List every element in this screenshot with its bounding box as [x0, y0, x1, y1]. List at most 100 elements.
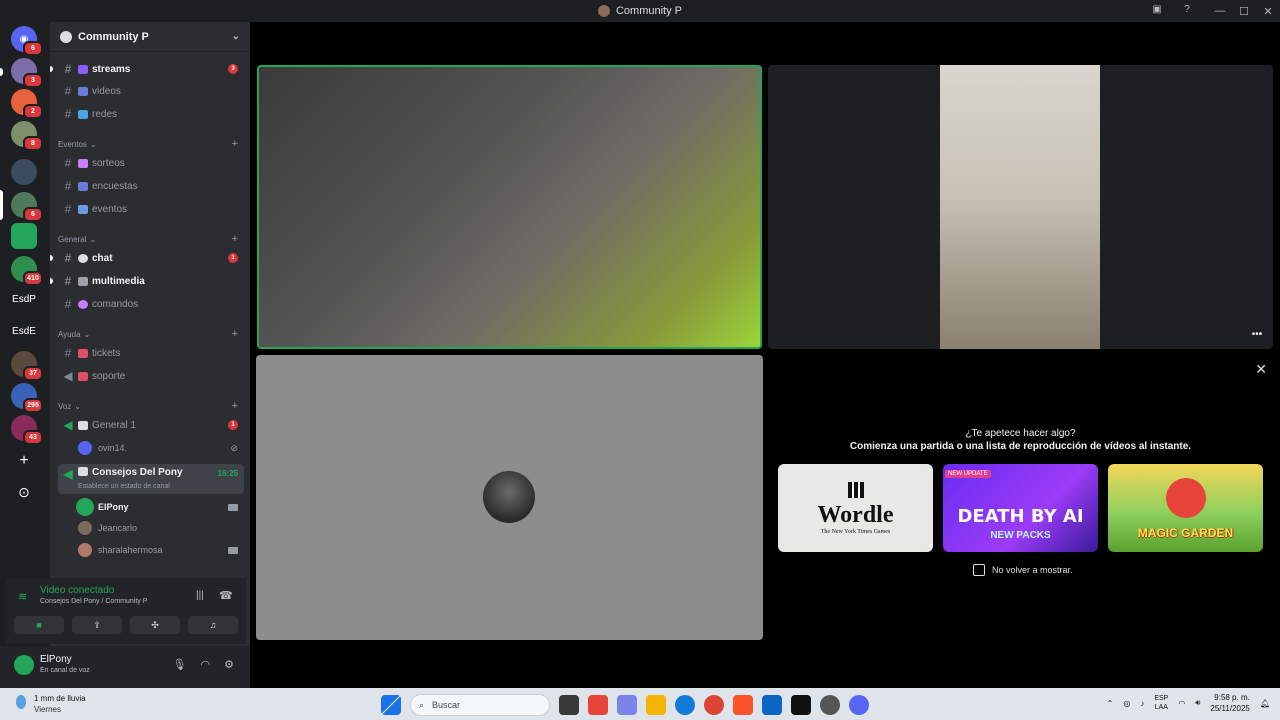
server-icon[interactable] [11, 223, 37, 249]
server-icon[interactable]: 43 [11, 415, 43, 445]
activity-card-wordle[interactable]: Wordle The New York Times Games [778, 464, 933, 552]
file-explorer-icon[interactable] [646, 695, 666, 715]
inbox-icon[interactable]: ▣ [1150, 3, 1164, 17]
activity-card-death-by-ai[interactable]: NEW UPDATE DEATH BY AI NEW PACKS [943, 464, 1098, 552]
tradingview-icon[interactable] [791, 695, 811, 715]
headphones-icon[interactable]: ◠ [201, 658, 211, 671]
category-general[interactable]: General ⌄ + [58, 232, 244, 246]
server-icon[interactable]: 37 [11, 351, 43, 381]
store-icon[interactable] [762, 695, 782, 715]
screen-share-button[interactable]: ⇪ [72, 616, 122, 634]
add-channel-icon[interactable]: + [232, 233, 238, 245]
mic-tray-icon[interactable]: ♪ [1140, 699, 1144, 708]
chevron-up-icon[interactable]: ⌃ [1107, 699, 1114, 708]
voice-user[interactable]: ElPony [78, 497, 244, 517]
video-tile-avatar[interactable] [256, 355, 763, 640]
brave-icon[interactable] [733, 695, 753, 715]
steam-icon[interactable] [820, 695, 840, 715]
server-icon[interactable] [11, 159, 37, 185]
network-icon[interactable]: ◎ [1123, 699, 1130, 708]
server-label: EsdE [12, 325, 36, 337]
video-tile[interactable]: ••• [768, 65, 1273, 349]
add-server-button[interactable]: + [11, 448, 37, 474]
compass-icon: ⊙ [18, 483, 30, 500]
activity-question: ¿Te apetece hacer algo? [965, 428, 1076, 439]
language-indicator[interactable]: ESP LAA [1154, 694, 1168, 712]
discord-taskbar-icon[interactable] [849, 695, 869, 715]
guild-header[interactable]: Community P ⌄ [50, 22, 250, 52]
voice-user[interactable]: Jeancarlo [78, 518, 244, 538]
voice-status-subtitle[interactable]: Consejos Del Pony / Community P [40, 598, 147, 605]
volume-icon[interactable]: 🔊︎ [1195, 698, 1200, 708]
settings-gear-icon[interactable]: ⚙ [224, 658, 234, 671]
add-channel-icon[interactable]: + [232, 138, 238, 150]
channel-eventos[interactable]: # eventos [58, 199, 244, 219]
explore-button[interactable]: ⊙ [11, 479, 37, 505]
server-icon[interactable]: 295 [11, 383, 43, 413]
app-icon[interactable] [588, 695, 608, 715]
category-ayuda[interactable]: Ayuda ⌄ + [58, 327, 244, 341]
server-icon[interactable]: 3 [11, 58, 43, 88]
unread-pill [50, 66, 53, 72]
soundboard-button[interactable]: ♫ [188, 616, 238, 634]
channel-encuestas[interactable]: # encuestas [58, 176, 244, 196]
channel-comandos[interactable]: # comandos [58, 294, 244, 314]
server-icon[interactable]: 8 [11, 121, 43, 151]
activities-button[interactable]: ✣ [130, 616, 180, 634]
channel-sorteos[interactable]: # sorteos [58, 153, 244, 173]
channel-name: tickets [92, 347, 121, 359]
voice-channel-consejos-del-pony[interactable]: ◀ Consejos Del Pony 16:25 Establece un e… [58, 464, 244, 494]
checkbox[interactable] [973, 564, 985, 576]
server-icon[interactable]: 410 [11, 256, 43, 286]
voice-user[interactable]: sharalahermosa [78, 540, 244, 560]
channel-chat[interactable]: # chat 1 [50, 248, 244, 268]
server-icon-community-p[interactable]: 6 [11, 192, 43, 222]
voice-user[interactable]: ovin14. ⊘ [78, 438, 244, 458]
more-options-icon[interactable]: ••• [1249, 329, 1265, 341]
notification-bell-icon[interactable]: 🔔︎ [1260, 699, 1270, 708]
user-avatar[interactable] [14, 655, 34, 675]
task-view-icon[interactable] [559, 695, 579, 715]
teams-icon[interactable] [617, 695, 637, 715]
voice-status-title[interactable]: Video conectado [40, 585, 114, 596]
system-tray: ⌃ ◎ ♪ ESP LAA ◠ 🔊︎ 9:58 p. m. 25/11/2025… [1107, 692, 1270, 714]
camera-button[interactable]: ■ [14, 616, 64, 634]
dont-show-again[interactable]: No volver a mostrar. [973, 564, 1073, 576]
noise-suppression-icon[interactable]: ||| [196, 590, 204, 601]
channel-redes[interactable]: # redes [58, 104, 244, 124]
help-icon[interactable]: ? [1180, 3, 1194, 17]
activity-card-magic-garden[interactable]: MAGIC GARDEN [1108, 464, 1263, 552]
server-icon-esde[interactable]: EsdE [10, 318, 38, 344]
microphone-icon[interactable]: 🎙︎ [173, 658, 187, 671]
channel-tickets[interactable]: # tickets [58, 343, 244, 363]
chrome-icon[interactable] [704, 695, 724, 715]
taskbar-search[interactable]: ⌕ Buscar [410, 694, 550, 716]
channel-videos[interactable]: # videos [58, 81, 244, 101]
close-window-button[interactable]: ✕ [1256, 5, 1280, 18]
close-icon[interactable]: ✕ [1255, 361, 1267, 378]
activity-name: MAGIC GARDEN [1137, 526, 1234, 540]
windows-start-icon[interactable] [381, 695, 401, 715]
category-voz[interactable]: Voz ⌄ + [58, 399, 244, 413]
clock[interactable]: 9:58 p. m. 25/11/2025 [1210, 692, 1249, 714]
chevron-down-icon: ⌄ [89, 234, 97, 244]
channel-status-prompt[interactable]: Establece un estado de canal [78, 483, 170, 490]
disconnect-icon[interactable]: ☎ [219, 589, 233, 602]
user-name[interactable]: ElPony [40, 654, 72, 665]
voice-channel-general-1[interactable]: ◀ General 1 1 [58, 415, 244, 435]
server-icon[interactable]: 2 [11, 89, 43, 119]
channel-multimedia[interactable]: # multimedia [50, 271, 244, 291]
wifi-icon[interactable]: ◠ [1178, 699, 1185, 708]
add-channel-icon[interactable]: + [232, 400, 238, 412]
edge-icon[interactable] [675, 695, 695, 715]
channel-soporte[interactable]: ◀ soporte [58, 366, 244, 386]
channel-streams[interactable]: # streams 3 [50, 59, 244, 79]
maximize-button[interactable]: ☐ [1232, 5, 1256, 18]
category-eventos[interactable]: Eventos ⌄ + [58, 137, 244, 151]
home-button[interactable]: ◉ 6 [11, 26, 43, 56]
server-icon-esdp[interactable]: EsdP [10, 286, 38, 312]
video-tile-speaking[interactable] [257, 65, 762, 349]
add-channel-icon[interactable]: + [232, 328, 238, 340]
server-badge: 6 [23, 207, 43, 222]
minimize-button[interactable]: — [1208, 5, 1232, 17]
